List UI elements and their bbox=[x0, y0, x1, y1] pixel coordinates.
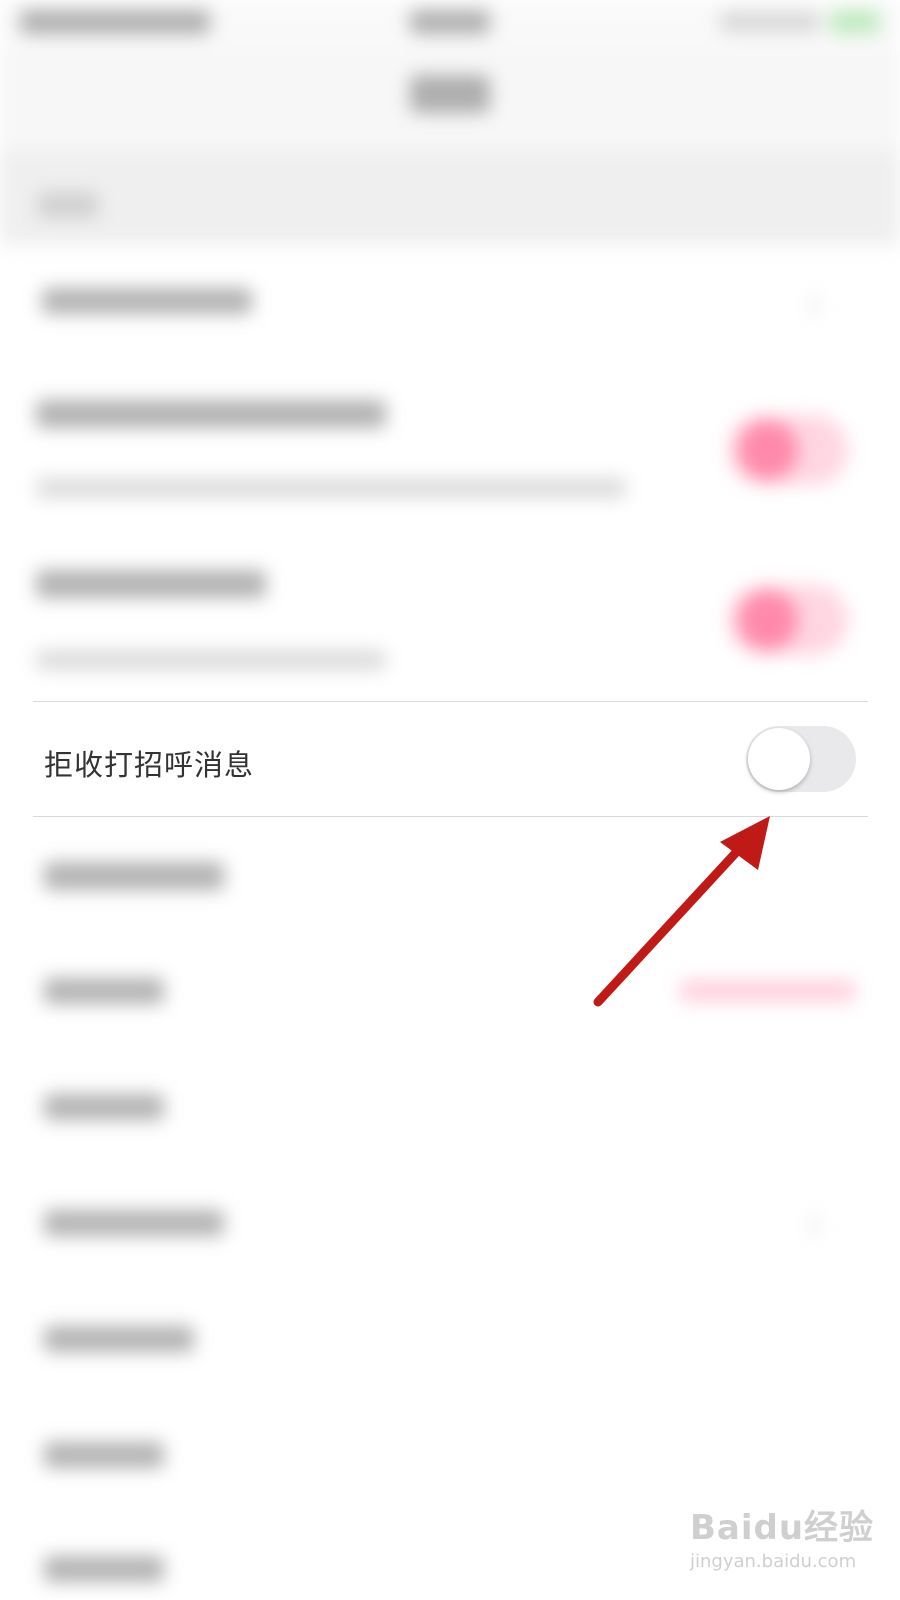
section-header bbox=[0, 150, 900, 245]
watermark-logo: Baidu经验 bbox=[690, 1508, 875, 1548]
watermark-url: jingyan.baidu.com bbox=[690, 1551, 857, 1572]
status-bar bbox=[0, 0, 900, 50]
baidu-jingyan-watermark: Baidu经验 jingyan.baidu.com bbox=[690, 1500, 874, 1572]
reject-greeting-toggle[interactable] bbox=[746, 726, 856, 792]
reject-greeting-label: 拒收打招呼消息 bbox=[44, 748, 255, 782]
divider-bottom bbox=[33, 816, 868, 817]
toggle-knob bbox=[748, 728, 810, 790]
nav-bar bbox=[0, 50, 900, 150]
reject-greeting-row[interactable]: 拒收打招呼消息 bbox=[0, 702, 900, 816]
